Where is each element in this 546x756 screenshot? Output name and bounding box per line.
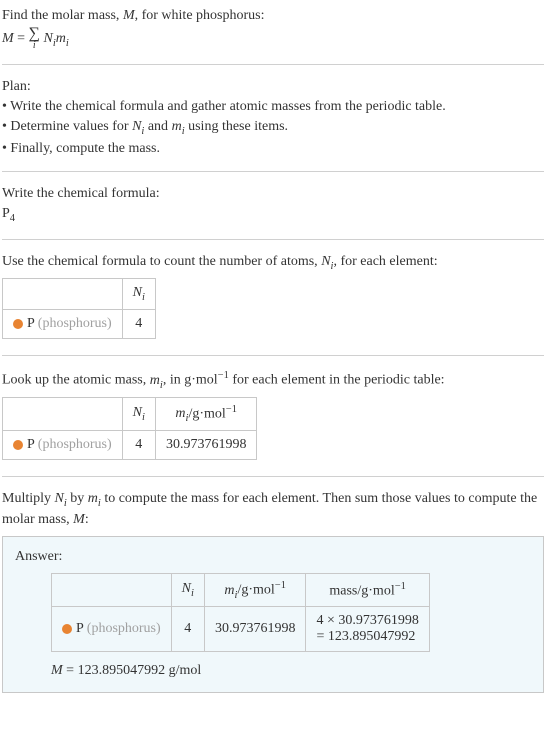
var-Ni: Ni [132,119,144,134]
col-element [52,573,172,606]
table-row: P (phosphorus) 4 30.973761998 4 × 30.973… [52,607,430,652]
atomic-mass-section: Look up the atomic mass, mi, in g·mol−1 … [2,364,544,468]
var-mi: mi [150,373,163,388]
cell-mass: 4 × 30.973761998 = 123.895047992 [306,607,429,652]
text: for each element in the periodic table: [229,373,445,388]
cell-mi: 30.973761998 [155,431,257,460]
element-symbol: P [76,621,87,636]
col-Ni: Ni [171,573,204,606]
text: : [85,512,89,527]
var-mi: mi [88,491,101,506]
chemical-formula: P4 [2,205,544,226]
sigma-icon: ∑i [29,27,40,50]
element-name: (phosphorus) [87,621,161,636]
formula-header: Write the chemical formula: [2,185,544,204]
text: using these items. [185,119,288,134]
divider [2,171,544,172]
col-element [3,397,123,430]
element-dot-icon [13,440,23,450]
divider [2,476,544,477]
element-name: (phosphorus) [38,437,112,452]
eq-M: M [2,31,14,46]
answer-box: Answer: Ni mi/g·mol−1 mass/g·mol−1 P (ph… [2,536,544,693]
text: , in g·mol [163,373,218,388]
text: and [144,119,171,134]
cell-Ni: 4 [171,607,204,652]
final-value: = 123.895047992 g/mol [63,663,202,678]
col-mi: mi/g·mol−1 [155,397,257,430]
exp: −1 [218,370,229,381]
col-mass: mass/g·mol−1 [306,573,429,606]
cell-element: P (phosphorus) [3,431,123,460]
cell-Ni: 4 [122,310,155,339]
divider [2,355,544,356]
element-dot-icon [13,319,23,329]
plan-section: Plan: • Write the chemical formula and g… [2,73,544,164]
var-Ni: Ni [321,254,333,269]
plan-bullet-2: • Determine values for Ni and mi using t… [2,118,544,139]
cell-mi: 30.973761998 [204,607,306,652]
text: , for each element: [333,254,437,269]
answer-header: Answer: [15,548,531,567]
plan-bullet-1: • Write the chemical formula and gather … [2,98,544,117]
col-element [3,279,123,310]
cell-element: P (phosphorus) [52,607,172,652]
table-header-row: Ni mi/g·mol−1 mass/g·mol−1 [52,573,430,606]
text: • Determine values for [2,119,132,134]
table-row: P (phosphorus) 4 [3,310,156,339]
eq-Ni: Ni [43,31,55,46]
answer-final: M = 123.895047992 g/mol [51,662,531,681]
var-M: M [73,512,85,527]
intro-equation: M = ∑i Nimi [2,27,544,51]
cell-Ni: 4 [122,431,155,460]
table-header-row: Ni [3,279,156,310]
element-symbol: P [27,437,38,452]
var-mi: mi [172,119,185,134]
count-text: Use the chemical formula to count the nu… [2,253,544,274]
col-Ni: Ni [122,279,155,310]
intro-section: Find the molar mass, M, for white phosph… [2,2,544,56]
table-row: P (phosphorus) 4 30.973761998 [3,431,257,460]
text: , for white phosphorus: [135,8,265,23]
text: by [67,491,88,506]
divider [2,239,544,240]
mass-table: Ni mi/g·mol−1 P (phosphorus) 4 30.973761… [2,397,257,460]
var-Ni: Ni [55,491,67,506]
element-name: (phosphorus) [38,316,112,331]
var-M: M [51,663,63,678]
col-mi: mi/g·mol−1 [204,573,306,606]
multiply-section: Multiply Ni by mi to compute the mass fo… [2,485,544,697]
cell-element: P (phosphorus) [3,310,123,339]
chemical-formula-section: Write the chemical formula: P4 [2,180,544,231]
intro-line1: Find the molar mass, M, for white phosph… [2,7,544,26]
formula-sub: 4 [10,213,15,224]
formula-P: P [2,206,10,221]
mass-result: = 123.895047992 [316,629,415,644]
element-symbol: P [27,316,38,331]
count-section: Use the chemical formula to count the nu… [2,248,544,347]
text: Find the molar mass, [2,8,123,23]
eq-mi: mi [56,31,69,46]
eq-equals: = [14,31,29,46]
answer-table: Ni mi/g·mol−1 mass/g·mol−1 P (phosphorus… [51,573,430,652]
mass-expr: 4 × 30.973761998 [316,613,418,628]
col-Ni: Ni [122,397,155,430]
element-dot-icon [62,624,72,634]
plan-bullet-3: • Finally, compute the mass. [2,140,544,159]
plan-header: Plan: [2,78,544,97]
text: Multiply [2,491,55,506]
table-header-row: Ni mi/g·mol−1 [3,397,257,430]
var-M: M [123,8,135,23]
divider [2,64,544,65]
multiply-text: Multiply Ni by mi to compute the mass fo… [2,490,544,530]
count-table: Ni P (phosphorus) 4 [2,278,156,339]
text: Use the chemical formula to count the nu… [2,254,321,269]
mass-text: Look up the atomic mass, mi, in g·mol−1 … [2,369,544,393]
text: Look up the atomic mass, [2,373,150,388]
